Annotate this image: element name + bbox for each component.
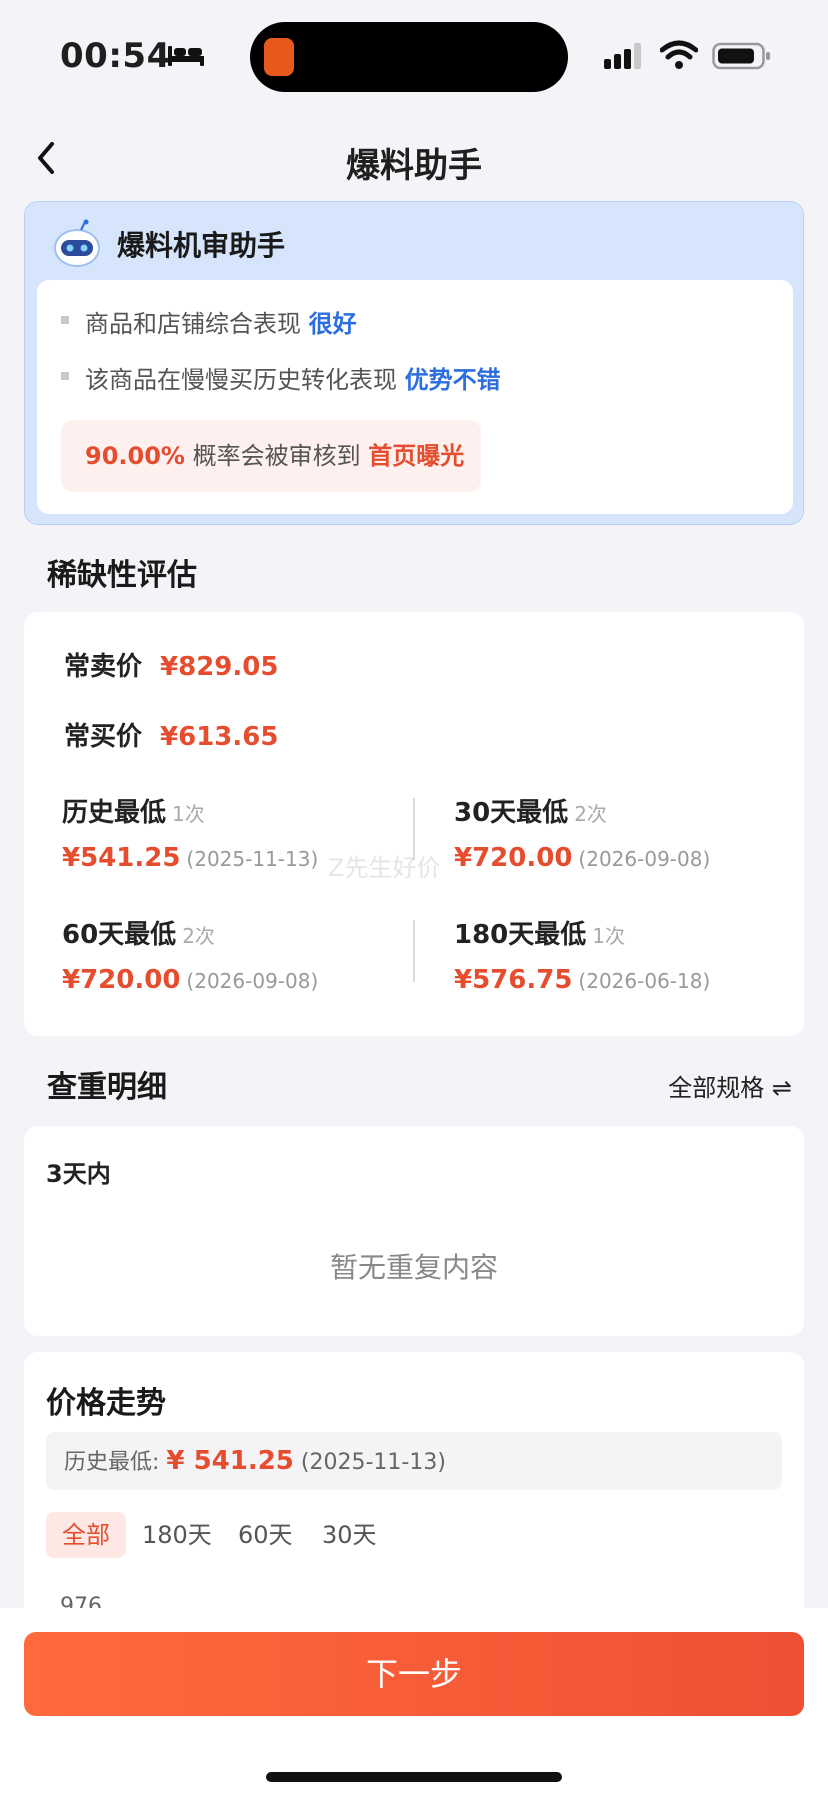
low-label: 180天最低 <box>454 920 587 950</box>
low-label: 30天最低 <box>454 798 569 828</box>
dynamic-island <box>250 22 568 92</box>
low-count: 1次 <box>172 802 205 826</box>
low-cell-60d: 60天最低 2次 ¥720.00 (2026-09-08) <box>62 914 318 995</box>
probability-box: 90.00% 概率会被审核到 首页曝光 <box>61 420 481 492</box>
robot-bullet-1: 商品和店铺综合表现 很好 <box>61 304 357 339</box>
low-count: 2次 <box>182 924 215 948</box>
hist-price: ¥ 541.25 <box>166 1446 294 1476</box>
low-date: (2026-09-08) <box>578 847 711 871</box>
price-trend-card: 价格走势 历史最低: ¥ 541.25 (2025-11-13) 全部 180天… <box>24 1352 804 1652</box>
live-activity-app-icon <box>264 38 294 76</box>
trend-title: 价格走势 <box>46 1386 166 1421</box>
low-cell-180d: 180天最低 1次 ¥576.75 (2026-06-18) <box>454 914 710 995</box>
cellular-signal-icon <box>604 43 641 69</box>
bottom-action-bar: 下一步 <box>0 1608 828 1795</box>
regular-sell-label: 常卖价 <box>64 652 143 682</box>
duplicate-card: 3天内 暂无重复内容 <box>24 1126 804 1336</box>
regular-buy-label: 常买价 <box>64 722 143 752</box>
low-cell-30d: 30天最低 2次 ¥720.00 (2026-09-08) <box>454 792 710 873</box>
low-price: ¥720.00 <box>62 965 181 995</box>
regular-buy-row: 常买价 ¥613.65 <box>64 716 278 753</box>
status-bar: 00:54 <box>0 0 828 110</box>
robot-title: 爆料机审助手 <box>117 229 286 262</box>
duplicate-period: 3天内 <box>46 1160 111 1188</box>
probability-value: 90.00% <box>85 442 185 470</box>
bullet-highlight: 优势不错 <box>404 366 501 394</box>
home-indicator <box>266 1772 562 1782</box>
hist-label: 历史最低: <box>64 1450 160 1475</box>
history-low-box: 历史最低: ¥ 541.25 (2025-11-13) <box>46 1432 782 1490</box>
page-title: 爆料助手 <box>346 146 482 186</box>
robot-bullet-2: 该商品在慢慢买历史转化表现 优势不错 <box>61 360 501 395</box>
robot-icon <box>54 219 100 267</box>
low-price: ¥541.25 <box>62 843 181 873</box>
low-cell-history: 历史最低 1次 ¥541.25 (2025-11-13) <box>62 792 318 873</box>
next-step-button[interactable]: 下一步 <box>24 1632 804 1716</box>
duplicate-title: 查重明细 <box>47 1070 167 1105</box>
duplicate-empty: 暂无重复内容 <box>329 1251 498 1284</box>
scarcity-title: 稀缺性评估 <box>47 558 197 593</box>
probability-target: 首页曝光 <box>368 442 465 470</box>
robot-result-panel: 商品和店铺综合表现 很好 该商品在慢慢买历史转化表现 优势不错 90.00% 概… <box>37 280 793 514</box>
battery-icon <box>712 42 770 70</box>
tab-60d[interactable]: 60天 <box>222 1512 309 1558</box>
robot-review-card: 爆料机审助手 商品和店铺综合表现 很好 该商品在慢慢买历史转化表现 优势不错 9… <box>24 201 804 525</box>
low-label: 历史最低 <box>62 798 167 828</box>
regular-sell-row: 常卖价 ¥829.05 <box>64 646 278 683</box>
low-count: 2次 <box>574 802 607 826</box>
probability-text: 概率会被审核到 <box>192 442 361 470</box>
divider <box>413 920 415 982</box>
scarcity-card: 常卖价 ¥829.05 常买价 ¥613.65 历史最低 1次 ¥541.25 (202… <box>24 612 804 1036</box>
regular-buy-value: ¥613.65 <box>160 722 279 752</box>
nav-bar: 爆料助手 <box>0 120 828 196</box>
tab-30d[interactable]: 30天 <box>306 1512 393 1558</box>
bed-icon <box>168 46 204 66</box>
low-date: (2026-06-18) <box>578 969 711 993</box>
spec-switch-button[interactable]: 全部规格 ⇌ <box>668 1068 792 1103</box>
watermark: Z先生好价 <box>328 854 441 882</box>
low-count: 1次 <box>592 924 626 948</box>
low-price: ¥576.75 <box>454 965 573 995</box>
bullet-text: 该商品在慢慢买历史转化表现 <box>85 366 397 394</box>
wifi-icon <box>660 40 698 69</box>
low-price: ¥720.00 <box>454 843 573 873</box>
hist-date: (2025-11-13) <box>300 1450 446 1475</box>
bullet-text: 商品和店铺综合表现 <box>85 310 301 338</box>
low-date: (2025-11-13) <box>186 847 319 871</box>
tab-all[interactable]: 全部 <box>46 1512 126 1558</box>
regular-sell-value: ¥829.05 <box>160 652 279 682</box>
low-date: (2026-09-08) <box>186 969 319 993</box>
tab-180d[interactable]: 180天 <box>126 1512 228 1558</box>
low-label: 60天最低 <box>62 920 177 950</box>
bullet-highlight: 很好 <box>308 310 357 338</box>
status-time: 00:54 <box>60 36 171 76</box>
